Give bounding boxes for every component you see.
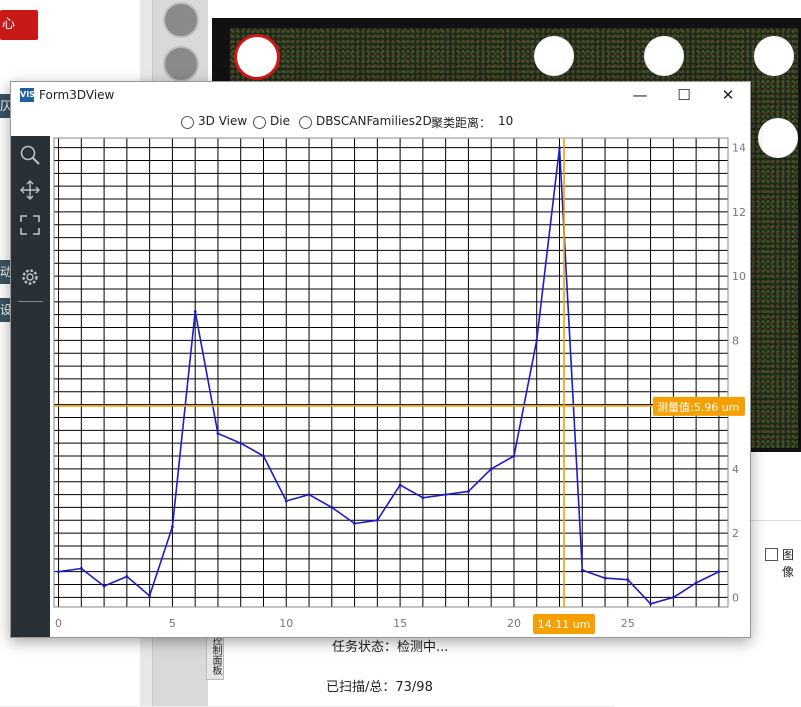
data-point [398, 483, 402, 487]
x-tick-label: 5 [169, 617, 176, 630]
cluster-distance-value: 10 [498, 114, 514, 128]
data-point [284, 499, 288, 503]
data-point [239, 441, 243, 445]
data-point [467, 489, 470, 493]
radio-dbscan[interactable] [299, 116, 312, 129]
data-point [262, 454, 265, 458]
profile-chart[interactable]: 0510152025 02468101214 测量值:5.96 um 14.11… [50, 136, 750, 637]
fit-icon[interactable] [19, 214, 41, 236]
radio-die[interactable] [253, 116, 266, 129]
toolbar-divider [18, 301, 43, 302]
y-tick-label: 8 [732, 334, 739, 347]
scan-progress: 已扫描/总：73/98 [326, 680, 433, 695]
side-fragment-1[interactable]: 仄 [0, 94, 10, 118]
side-fragment-3[interactable]: 设 [0, 298, 10, 322]
data-point [671, 595, 675, 599]
die-thumbnail-icon[interactable] [163, 46, 199, 82]
data-point [148, 594, 152, 598]
cursor-x-label: 14.11 um [538, 618, 591, 631]
data-point [444, 493, 448, 496]
data-point [580, 568, 584, 572]
radio-dbscan-label[interactable]: DBSCANFamilies2D [316, 114, 432, 128]
data-point [421, 496, 425, 500]
alignment-hole [754, 36, 794, 76]
y-tick-label: 12 [732, 206, 746, 219]
wafer-thumbnail-icon[interactable] [163, 2, 199, 38]
y-tick-label: 14 [732, 142, 746, 155]
data-point [57, 570, 60, 574]
radio-3d-view-label[interactable]: 3D View [198, 114, 247, 128]
task-status: 任务状态：检测中... [332, 640, 449, 655]
alignment-hole [534, 36, 574, 76]
cluster-distance-label: 聚类距离： [431, 116, 492, 130]
alignment-hole [644, 36, 684, 76]
close-button[interactable]: ✕ [706, 82, 750, 110]
data-point [535, 338, 539, 342]
zoom-icon[interactable] [19, 144, 41, 166]
y-tick-label: 10 [732, 270, 746, 283]
cursor-y-badge: 测量值:5.96 um [653, 396, 745, 416]
chart-toolbar [11, 136, 50, 637]
data-point [375, 518, 379, 522]
data-point [512, 454, 516, 458]
form3dview-window: VIS Form3DView — ☐ ✕ 3D View Die DBSCANF… [10, 81, 751, 638]
data-point [489, 467, 493, 471]
cursor-x-badge: 14.11 um [533, 614, 596, 634]
alignment-hole [758, 118, 798, 158]
window-title: Form3DView [39, 88, 115, 102]
data-point [193, 310, 197, 313]
data-point [307, 493, 311, 496]
data-point [694, 581, 698, 585]
x-tick-label: 25 [621, 617, 635, 630]
radio-die-label[interactable]: Die [270, 114, 290, 128]
x-tick-label: 0 [55, 617, 62, 630]
move-icon[interactable] [19, 179, 41, 201]
alignment-hole [234, 34, 280, 80]
data-point [717, 570, 721, 574]
data-point [79, 567, 83, 570]
radio-3d-view[interactable] [181, 116, 194, 129]
x-tick-label: 15 [393, 617, 407, 630]
data-point [353, 522, 356, 525]
y-tick-label: 4 [732, 463, 739, 476]
side-fragment-2[interactable]: 动 [0, 260, 10, 284]
y-tick-label: 0 [732, 591, 739, 604]
control-panel-tab[interactable]: 控制面板 [206, 634, 224, 680]
image-checkbox-label: 图像 [782, 548, 795, 579]
x-tick-label: 10 [279, 617, 293, 630]
data-point [125, 575, 129, 578]
data-point [626, 578, 630, 582]
menu-button-center[interactable]: 心 [0, 10, 38, 40]
y-tick-label: 2 [732, 527, 739, 540]
data-point [649, 602, 652, 606]
x-tick-label: 20 [507, 617, 521, 630]
view-options-bar: 3D View Die DBSCANFamilies2D 聚类距离： 10 [11, 110, 750, 136]
data-point [102, 584, 106, 588]
minimize-button[interactable]: — [618, 82, 662, 110]
settings-icon[interactable] [19, 266, 41, 288]
data-point [171, 525, 174, 529]
image-checkbox[interactable] [765, 548, 778, 561]
maximize-button[interactable]: ☐ [662, 82, 706, 110]
data-point [216, 432, 220, 435]
data-point [330, 506, 334, 509]
data-point [558, 146, 561, 150]
data-point [603, 576, 607, 580]
cursor-y-label: 测量值:5.96 um [657, 401, 739, 414]
app-icon: VIS [20, 88, 35, 102]
title-bar[interactable]: VIS Form3DView — ☐ ✕ [11, 82, 750, 110]
